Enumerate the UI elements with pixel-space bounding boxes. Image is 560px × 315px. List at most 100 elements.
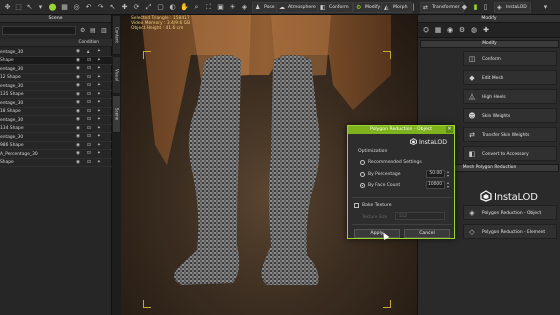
toggle-icon[interactable]: ◆ <box>460 2 469 12</box>
transformer-button[interactable]: ⇄ Transformer <box>420 2 464 13</box>
tab-content[interactable]: Content <box>112 15 121 55</box>
freeze-icon[interactable]: ✦ <box>97 160 101 165</box>
lock-icon[interactable]: ⊡ <box>87 75 91 80</box>
face-count-radio[interactable] <box>360 183 365 188</box>
camera-icon[interactable]: ◎ <box>72 2 81 12</box>
by-face-count-option[interactable]: By Face Count 10000 ▴ ▾ <box>360 181 450 190</box>
conform-button[interactable]: ◧ Conform <box>317 2 353 13</box>
undo-icon[interactable]: ↶ <box>84 2 93 12</box>
high-heels-button[interactable]: ⏅ High Heels <box>463 89 557 104</box>
visible-icon[interactable]: ◉ <box>76 92 80 97</box>
light-tab-icon[interactable]: ✚ <box>481 25 491 35</box>
lock-icon[interactable]: ⊡ <box>87 151 91 156</box>
arrow-icon[interactable]: ↖ <box>25 2 34 12</box>
visible-icon[interactable]: ◉ <box>76 83 80 88</box>
transfer-skin-weights-button[interactable]: ⇄ Transfer Skin Weights <box>463 127 557 142</box>
pose-tab-icon[interactable]: ⛭ <box>421 25 431 35</box>
fit-view-icon[interactable]: ⛶ <box>204 2 213 12</box>
tab-visual[interactable]: Visual <box>112 56 121 94</box>
percentage-radio[interactable] <box>360 172 365 177</box>
freeze-icon[interactable]: ✦ <box>97 49 101 54</box>
collapse-icon[interactable]: ▥ <box>101 27 107 34</box>
visible-icon[interactable]: ◉ <box>76 134 80 139</box>
lock-icon[interactable]: 🔒︎ <box>87 49 89 55</box>
tab-scene[interactable]: Scene <box>112 95 121 133</box>
tree-row[interactable]: 986 Shape ◉ ⊡ ✦ <box>0 142 112 150</box>
instalod-button[interactable]: ◈ InstaLOD <box>494 2 531 13</box>
lock-icon[interactable]: ⊡ <box>87 160 91 165</box>
skin-weights-button[interactable]: ☻ Skin Weights <box>463 108 557 123</box>
percentage-spinner[interactable]: ▴ ▾ <box>447 170 449 178</box>
render-icon[interactable]: ◈ <box>240 2 249 12</box>
polygon-reduction-element-button[interactable]: ◇ Polygon Reduction - Element <box>463 224 557 239</box>
scale-icon[interactable]: ⤢ <box>144 2 153 12</box>
rect-select-icon[interactable]: ▢ <box>156 2 165 12</box>
face-count-input[interactable]: 10000 <box>426 181 445 189</box>
freeze-icon[interactable]: ✦ <box>97 92 101 97</box>
scene-search-input[interactable] <box>2 26 76 35</box>
face-count-spinner[interactable]: ▴ ▾ <box>447 181 449 189</box>
tree-row[interactable]: 135 Shape ◉ ⊡ ✦ <box>0 91 112 99</box>
lock-icon[interactable]: ⊡ <box>87 109 91 114</box>
recommended-radio[interactable] <box>360 160 365 165</box>
lock-icon[interactable]: ⊡ <box>87 126 91 131</box>
tree-row[interactable]: 134 Shape ◉ ⊡ ✦ <box>0 125 112 133</box>
panel-icon[interactable]: ▯ <box>481 2 490 12</box>
visible-icon[interactable]: ◉ <box>76 66 80 71</box>
freeze-icon[interactable]: ✦ <box>97 117 101 122</box>
freeze-icon[interactable]: ✦ <box>97 134 101 139</box>
lock-icon[interactable]: ⊡ <box>87 83 91 88</box>
visible-icon[interactable]: ◉ <box>76 143 80 148</box>
dialog-close-button[interactable]: ✕ <box>446 126 453 133</box>
zoom-icon[interactable]: ⌕ <box>192 2 201 12</box>
percentage-input[interactable]: 50.00 <box>426 170 445 178</box>
visible-icon[interactable]: ◉ <box>76 109 80 114</box>
tree-row[interactable]: entage_30 ◉ ⊡ ✦ <box>0 99 112 108</box>
lock-icon[interactable]: ⊡ <box>87 66 91 71</box>
freeze-icon[interactable]: ✦ <box>97 109 101 114</box>
tree-row[interactable]: 18 Shape ◉ ⊡ ✦ <box>0 108 112 116</box>
edit-mesh-button[interactable]: ◆ Edit Mesh <box>463 70 557 85</box>
visible-icon[interactable]: ◉ <box>76 75 80 80</box>
morph-button[interactable]: ◭ Morph <box>381 2 412 13</box>
visible-icon[interactable]: ◉ <box>76 100 80 105</box>
convert-to-accessory-button[interactable]: ◧ Convert to Accessory <box>463 146 557 161</box>
freeze-icon[interactable]: ✦ <box>97 83 101 88</box>
freeze-icon[interactable]: ✦ <box>97 126 101 131</box>
orbit-icon[interactable]: ◐ <box>168 2 177 12</box>
visible-icon[interactable]: ◉ <box>76 160 80 165</box>
tree-row[interactable]: A_Percentage_30 ◉ ⊡ ✦ <box>0 150 112 159</box>
tree-row[interactable]: Shape ◉ ⊡ ✦ <box>0 56 112 65</box>
by-percentage-option[interactable]: By Percentage 50.00 ▴ ▾ <box>360 170 450 179</box>
tree-row[interactable]: 12 Shape ◉ ⊡ ✦ <box>0 74 112 82</box>
layout-icon[interactable]: ▮ <box>471 2 480 12</box>
atmosphere-button[interactable]: ☁ Atmosphere <box>276 2 320 13</box>
visible-icon[interactable]: ◉ <box>76 58 80 63</box>
grid-icon[interactable]: ▦ <box>60 2 69 12</box>
freeze-icon[interactable]: ✦ <box>97 143 101 148</box>
morph-tab-icon[interactable]: ▦ <box>433 25 443 35</box>
lock-icon[interactable]: ⊡ <box>87 92 91 97</box>
pan-icon[interactable]: ✋ <box>180 2 189 12</box>
dropdown-icon[interactable]: ▾ <box>36 2 45 12</box>
tree-row[interactable]: entage_30 ◉ ⊡ ✦ <box>0 116 112 125</box>
lock-icon[interactable]: ⊡ <box>87 143 91 148</box>
apply-button[interactable]: Apply <box>354 229 400 238</box>
expand-icon[interactable]: ▤ <box>90 27 96 34</box>
polygon-reduction-object-button[interactable]: ◈ Polygon Reduction - Object <box>463 205 557 220</box>
lock-icon[interactable]: ⊡ <box>87 117 91 122</box>
freeze-icon[interactable]: ✦ <box>97 100 101 105</box>
lock-icon[interactable]: ⊡ <box>87 100 91 105</box>
cursor-icon[interactable]: ↖ <box>108 2 117 12</box>
rotate-icon[interactable]: ⟳ <box>132 2 141 12</box>
tree-row[interactable]: entage_30 ◉ ⊡ ✦ <box>0 133 112 142</box>
material-tab-icon[interactable]: ◉ <box>445 25 455 35</box>
redo-icon[interactable]: ↷ <box>96 2 105 12</box>
lock-icon[interactable]: ⊡ <box>87 134 91 139</box>
freeze-icon[interactable]: ✦ <box>97 58 101 63</box>
lock-icon[interactable]: ⊡ <box>87 58 91 63</box>
move-icon[interactable]: ✥ <box>3 2 12 12</box>
tree-row[interactable]: Shape ◉ ⊡ ✦ <box>0 159 112 167</box>
translate-icon[interactable]: ✚ <box>120 2 129 12</box>
light-icon[interactable]: ☀ <box>228 2 237 12</box>
